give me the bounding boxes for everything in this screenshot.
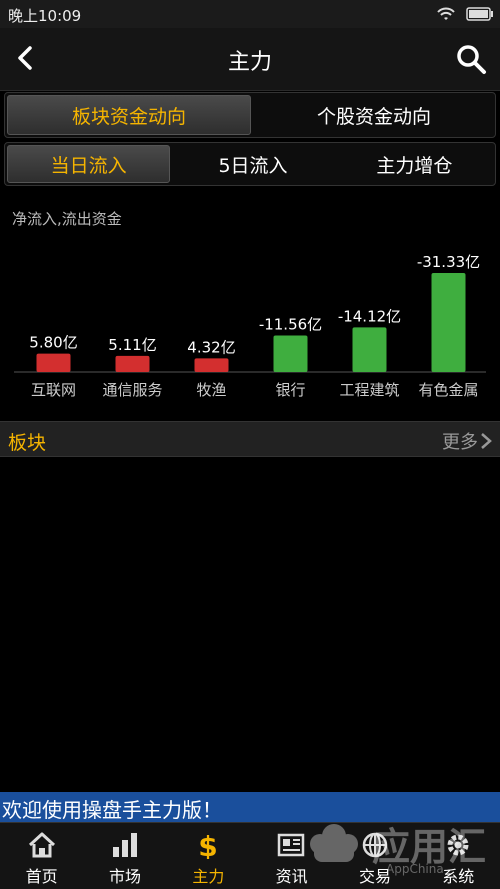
marquee-text: 欢迎使用操盘手主力版！ xyxy=(2,798,222,822)
fund-flow-chart: 5.80亿互联网 5.11亿通信服务 4.32亿牧渔 -11.56亿银行 -14.12亿… xyxy=(14,253,486,399)
settings-icon xyxy=(447,834,469,856)
chevron-right-icon xyxy=(481,433,492,449)
page-title: 主力 xyxy=(227,50,272,75)
tabbar-label-home: 首页 xyxy=(25,867,58,886)
sector-section-title: 板块 xyxy=(8,432,47,454)
tab-stock-flow[interactable]: 个股资金动向 xyxy=(253,93,495,137)
more-label: 更多 xyxy=(442,432,478,453)
status-time: 晚上10:09 xyxy=(8,7,82,25)
news-icon xyxy=(277,833,304,857)
chart-data-label: -11.56亿 xyxy=(259,315,322,333)
tabbar-item-news[interactable]: 资讯 xyxy=(250,823,333,889)
tab-today-inflow[interactable]: 当日流入 xyxy=(7,145,171,183)
chart-category-label: 通信服务 xyxy=(102,381,162,399)
tabbar-item-market[interactable]: 市场 xyxy=(83,823,166,889)
chart-bar xyxy=(352,327,387,372)
bottom-tabbar: 首页 市场 $ 主力 资讯 交易 系统 xyxy=(0,822,500,889)
chart-category-label: 牧渔 xyxy=(196,381,226,399)
chart-bar xyxy=(431,273,466,372)
tabbar-item-system[interactable]: 系统 xyxy=(417,823,500,889)
tabbar-label-market: 市场 xyxy=(108,867,141,886)
chart-bar xyxy=(115,355,150,372)
chart-category-label: 银行 xyxy=(275,381,305,399)
wifi-icon xyxy=(437,7,455,20)
tabbar-item-main[interactable]: $ 主力 xyxy=(167,823,250,889)
chart-data-label: -31.33亿 xyxy=(417,253,480,271)
chart-data-label: 5.11亿 xyxy=(108,336,156,354)
tabbar-label-system: 系统 xyxy=(442,867,475,886)
tabbar-item-trade[interactable]: 交易 xyxy=(333,823,416,889)
more-link[interactable]: 更多 xyxy=(442,428,492,454)
chart-category-label: 互联网 xyxy=(31,381,76,399)
chart-category-label: 工程建筑 xyxy=(339,381,399,399)
chart-bar xyxy=(194,358,229,372)
tab-sector-flow[interactable]: 板块资金动向 xyxy=(7,95,251,135)
welcome-marquee: 欢迎使用操盘手主力版！ xyxy=(0,792,500,822)
tabbar-label-trade: 交易 xyxy=(358,867,391,886)
chart-category-label: 有色金属 xyxy=(418,381,478,399)
secondary-tabs: 当日流入 5日流入 主力增仓 xyxy=(4,142,496,186)
primary-tabs: 板块资金动向 个股资金动向 xyxy=(4,92,496,138)
chart-data-label: 5.80亿 xyxy=(29,334,77,352)
trade-globe-icon xyxy=(362,832,388,858)
dollar-icon: $ xyxy=(199,831,218,859)
search-icon[interactable] xyxy=(454,42,488,76)
chart-bar xyxy=(273,335,308,372)
tabbar-label-main: 主力 xyxy=(192,867,225,886)
market-chart-icon xyxy=(112,833,137,857)
sector-section-header: 板块 更多 xyxy=(0,421,500,457)
status-icons xyxy=(436,5,494,23)
svg-text:$: $ xyxy=(199,831,218,859)
chart-bar xyxy=(36,353,71,372)
chart-data-label: -14.12亿 xyxy=(338,307,401,325)
tabbar-item-home[interactable]: 首页 xyxy=(0,823,83,889)
tab-main-increase[interactable]: 主力增仓 xyxy=(334,143,495,185)
battery-icon xyxy=(466,7,493,21)
home-icon xyxy=(28,832,55,858)
status-bar: 晚上10:09 xyxy=(0,0,500,28)
tabbar-label-news: 资讯 xyxy=(275,867,308,886)
tab-5day-inflow[interactable]: 5日流入 xyxy=(172,143,333,185)
app-header: 主力 xyxy=(0,28,500,91)
chart-caption: 净流入,流出资金 xyxy=(12,210,122,228)
chart-data-label: 4.32亿 xyxy=(187,338,235,356)
